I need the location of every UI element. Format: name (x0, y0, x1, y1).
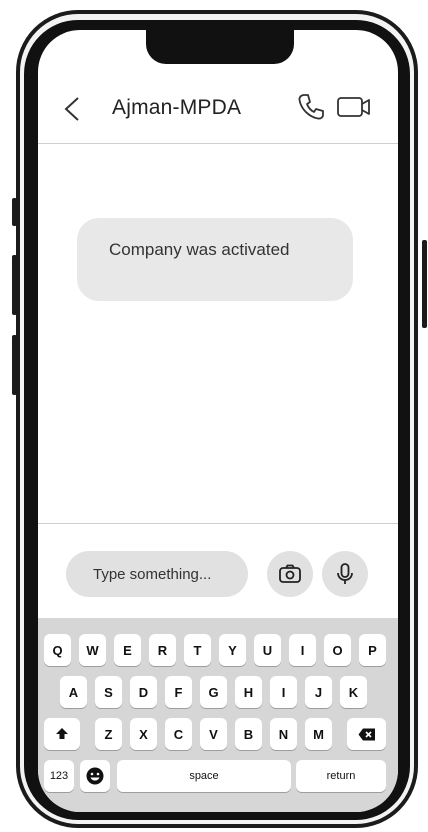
key-r[interactable]: R (149, 634, 176, 666)
key-g[interactable]: G (200, 676, 227, 708)
key-d[interactable]: D (130, 676, 157, 708)
return-key[interactable]: return (296, 760, 386, 792)
key-v[interactable]: V (200, 718, 227, 750)
message-text: Company was activated (109, 240, 290, 259)
key-i2[interactable]: I (270, 676, 297, 708)
phone-icon (298, 94, 324, 120)
key-x[interactable]: X (130, 718, 157, 750)
numbers-key[interactable]: 123 (44, 760, 74, 792)
key-a[interactable]: A (60, 676, 87, 708)
key-s[interactable]: S (95, 676, 122, 708)
key-c[interactable]: C (165, 718, 192, 750)
key-b[interactable]: B (235, 718, 262, 750)
contact-name: Ajman-MPDA (112, 96, 242, 119)
chat-header: Ajman-MPDA (38, 80, 398, 140)
power-button (422, 240, 427, 328)
space-key[interactable]: space (117, 760, 291, 792)
key-u[interactable]: U (254, 634, 281, 666)
back-icon (64, 97, 79, 121)
emoji-key[interactable] (80, 760, 110, 792)
microphone-button[interactable] (322, 551, 368, 597)
key-q[interactable]: Q (44, 634, 71, 666)
backspace-icon (358, 728, 375, 740)
key-w[interactable]: W (79, 634, 106, 666)
key-k[interactable]: K (340, 676, 367, 708)
key-e[interactable]: E (114, 634, 141, 666)
call-button[interactable] (296, 92, 326, 122)
phone-screen: Ajman-MPDA Company was activated Type so… (38, 30, 398, 812)
key-j[interactable]: J (305, 676, 332, 708)
key-n[interactable]: N (270, 718, 297, 750)
header-divider (38, 143, 398, 144)
key-i[interactable]: I (289, 634, 316, 666)
shift-icon (56, 728, 68, 739)
video-icon (337, 97, 370, 117)
key-o[interactable]: O (324, 634, 351, 666)
notch (146, 30, 294, 64)
key-t[interactable]: T (184, 634, 211, 666)
key-z[interactable]: Z (95, 718, 122, 750)
back-button[interactable] (58, 92, 92, 126)
shift-key[interactable] (44, 718, 80, 750)
keyboard: Q W E R T Y U I O P A S D F G H I J K Z … (38, 618, 398, 812)
message-bubble: Company was activated (77, 218, 353, 301)
key-f[interactable]: F (165, 676, 192, 708)
microphone-icon (337, 563, 353, 584)
key-m[interactable]: M (305, 718, 332, 750)
camera-button[interactable] (267, 551, 313, 597)
key-p[interactable]: P (359, 634, 386, 666)
key-y[interactable]: Y (219, 634, 246, 666)
message-input-container (66, 551, 248, 597)
message-input[interactable] (66, 551, 248, 597)
backspace-key[interactable] (347, 718, 386, 750)
emoji-icon (86, 767, 104, 785)
key-h[interactable]: H (235, 676, 262, 708)
video-call-button[interactable] (336, 92, 372, 122)
camera-icon (279, 564, 301, 583)
composer-divider (38, 523, 398, 524)
